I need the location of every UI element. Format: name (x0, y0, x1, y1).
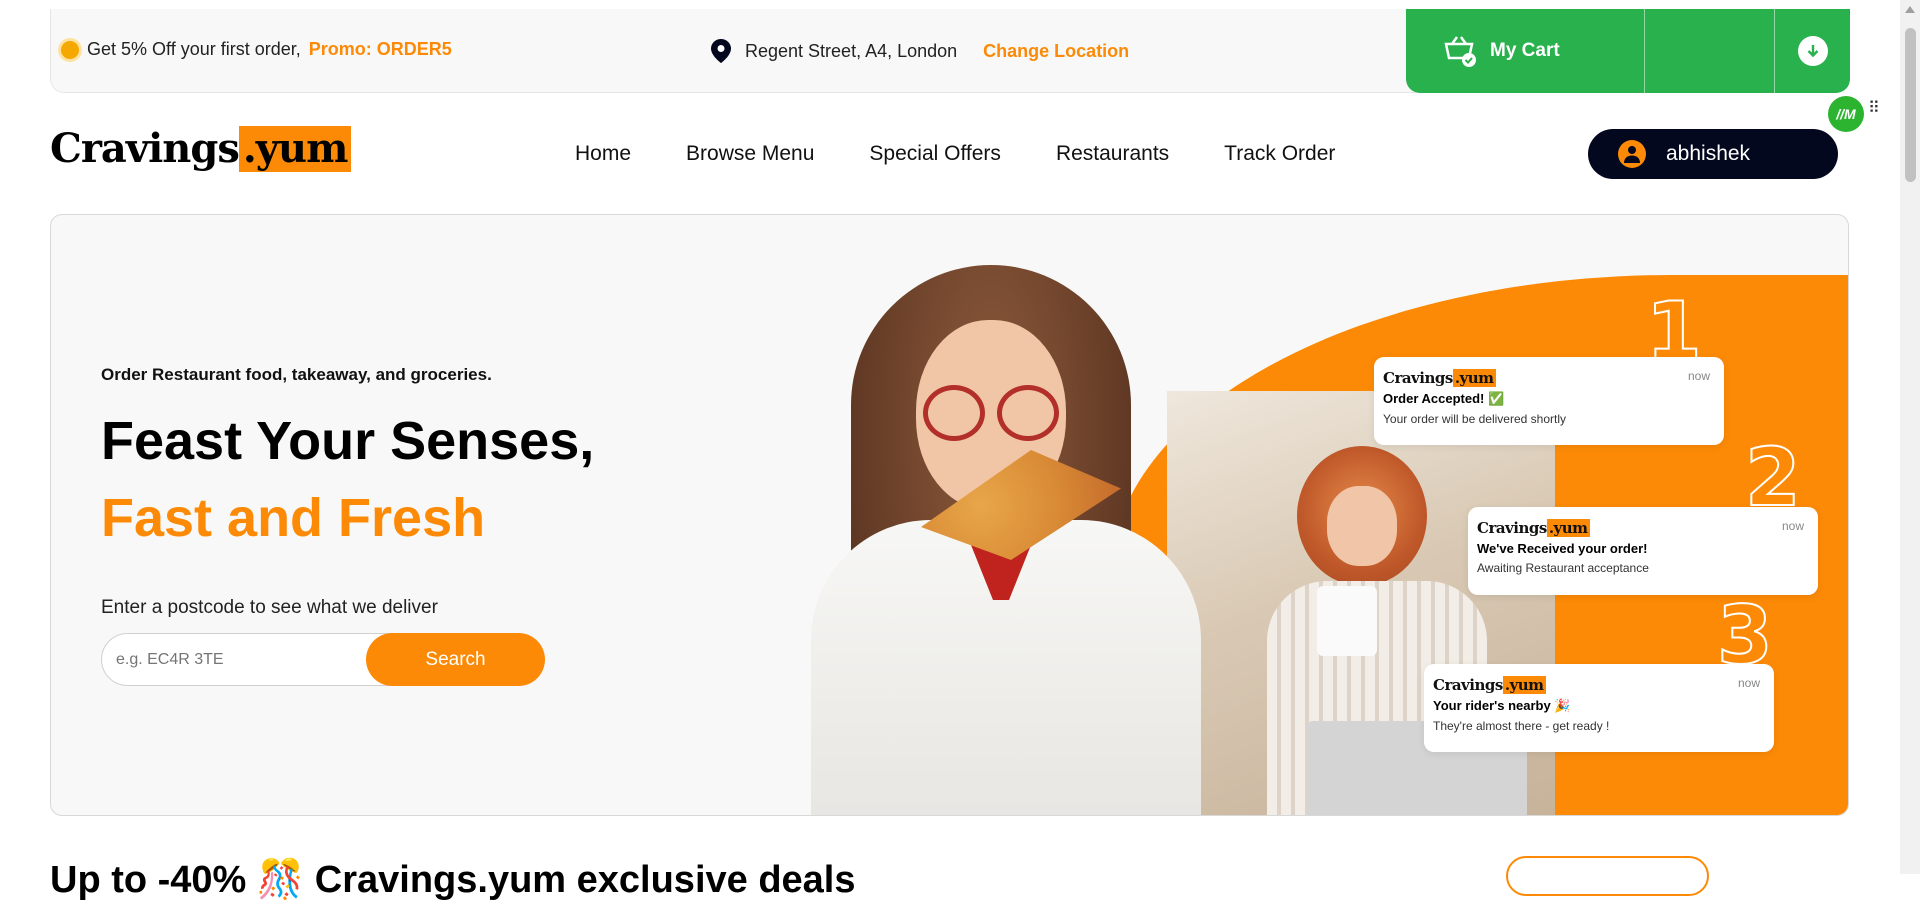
location-pin-icon (711, 39, 731, 63)
change-location-link[interactable]: Change Location (983, 41, 1129, 62)
promo-code: Promo: ORDER5 (308, 39, 452, 59)
location-bar: Regent Street, A4, London Change Locatio… (711, 39, 1129, 63)
notification-text: Awaiting Restaurant acceptance (1477, 561, 1649, 575)
hero-title: Feast Your Senses, (101, 411, 595, 471)
deals-category-button[interactable] (1506, 856, 1709, 896)
basket-icon (1444, 36, 1476, 67)
notification-text: They're almost there - get ready ! (1433, 719, 1610, 733)
scroll-up-icon[interactable] (1905, 6, 1915, 13)
user-name: abhishek (1666, 142, 1751, 165)
promo-banner: Get 5% Off your first order, Promo: ORDE… (61, 39, 452, 60)
my-cart-button[interactable]: My Cart (1406, 9, 1645, 93)
cart-panel: My Cart (1406, 9, 1850, 93)
cart-expand-button[interactable] (1775, 9, 1850, 93)
notification-title: We've Received your order! (1477, 541, 1648, 556)
notification-card: Cravings .yum now Order Accepted! ✅ Your … (1374, 357, 1724, 445)
cart-summary[interactable] (1645, 9, 1775, 93)
sun-icon (61, 40, 79, 59)
deals-heading: Up to -40% 🎊 Cravings.yum exclusive deal… (50, 859, 856, 901)
notification-logo: Cravings .yum (1383, 369, 1496, 387)
notification-logo: Cravings .yum (1433, 676, 1546, 694)
notification-card: Cravings .yum now We've Received your ord… (1468, 507, 1818, 595)
postcode-search: Search (101, 633, 545, 686)
top-bar: Get 5% Off your first order, Promo: ORDE… (50, 9, 1850, 93)
nav-home[interactable]: Home (575, 142, 631, 166)
hero-subtitle: Order Restaurant food, takeaway, and gro… (101, 365, 492, 384)
notification-title: Order Accepted! ✅ (1383, 391, 1505, 406)
notification-logo: Cravings .yum (1477, 519, 1590, 537)
notification-card: Cravings .yum now Your rider's nearby 🎉 T… (1424, 664, 1774, 752)
notification-title: Your rider's nearby 🎉 (1433, 698, 1571, 713)
nav-browse-menu[interactable]: Browse Menu (686, 142, 814, 166)
nav-special-offers[interactable]: Special Offers (869, 142, 1001, 166)
download-arrow-icon (1797, 36, 1828, 66)
nav-restaurants[interactable]: Restaurants (1056, 142, 1169, 166)
notification-time: now (1781, 519, 1804, 533)
hero-photo-woman-noodles (1167, 391, 1555, 815)
site-logo[interactable]: Cravings .yum (50, 120, 352, 172)
promo-text: Get 5% Off your first order, (87, 39, 301, 59)
search-button[interactable]: Search (366, 633, 545, 686)
hero-title-accent: Fast and Fresh (101, 488, 486, 548)
location-text: Regent Street, A4, London (745, 40, 958, 61)
user-account-button[interactable]: abhishek (1588, 129, 1838, 179)
my-cart-label: My Cart (1490, 40, 1560, 61)
hero-section: Order Restaurant food, takeaway, and gro… (50, 214, 1849, 816)
notification-time: now (1737, 676, 1760, 690)
main-nav: Home Browse Menu Special Offers Restaura… (575, 142, 1335, 166)
user-icon (1618, 140, 1646, 168)
page-scrollbar[interactable] (1900, 0, 1920, 874)
hero-photo-woman-pizza (811, 265, 1201, 815)
postcode-label: Enter a postcode to see what we deliver (101, 597, 438, 618)
extension-badge-icon[interactable]: //M (1828, 96, 1864, 132)
drag-handle-icon[interactable]: ⠿ (1868, 101, 1881, 117)
nav-track-order[interactable]: Track Order (1224, 142, 1335, 166)
notification-text: Your order will be delivered shortly (1383, 412, 1566, 426)
notification-time: now (1687, 369, 1710, 383)
scrollbar-thumb[interactable] (1905, 28, 1916, 182)
postcode-input[interactable] (102, 650, 362, 669)
